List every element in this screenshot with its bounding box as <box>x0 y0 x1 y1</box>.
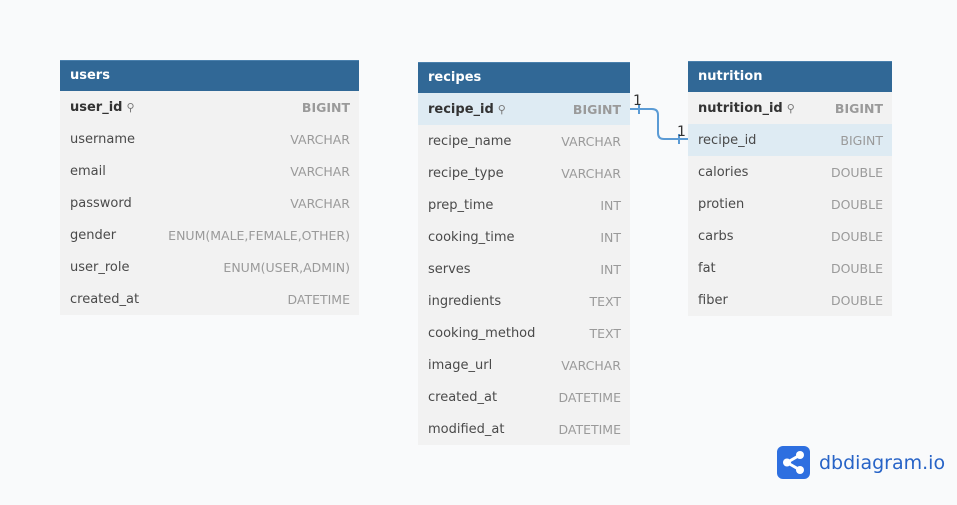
relationship-line[interactable] <box>0 0 957 505</box>
logo-text: dbdiagram.io <box>819 451 946 474</box>
share-nodes-icon <box>777 446 810 479</box>
dbdiagram-logo[interactable]: dbdiagram.io <box>777 446 945 479</box>
cardinality-to: 1 <box>677 124 686 140</box>
cardinality-from: 1 <box>633 93 642 109</box>
